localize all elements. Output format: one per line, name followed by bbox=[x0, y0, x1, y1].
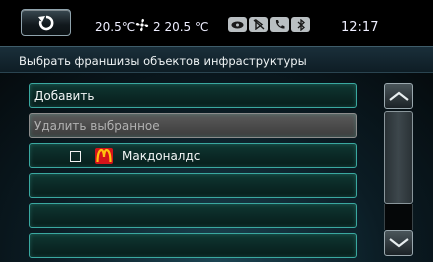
add-button[interactable]: Добавить bbox=[29, 83, 357, 108]
status-bar: 20.5℃ 2 20.5 ℃ 12:17 bbox=[0, 0, 433, 46]
scrollbar-thumb[interactable] bbox=[384, 111, 413, 204]
delete-selected-button[interactable]: Удалить выбранное bbox=[29, 113, 357, 138]
scrollbar-track[interactable] bbox=[384, 204, 413, 230]
delete-selected-label: Удалить выбранное bbox=[34, 119, 160, 133]
mcdonalds-logo-icon bbox=[95, 148, 113, 164]
status-icons bbox=[228, 17, 310, 32]
empty-list-row bbox=[29, 173, 357, 198]
temperature-right-value: 20.5 ℃ bbox=[164, 20, 209, 34]
empty-list-row bbox=[29, 233, 357, 258]
empty-list-row bbox=[29, 203, 357, 228]
item-checkbox[interactable] bbox=[70, 151, 81, 162]
back-button[interactable] bbox=[21, 9, 71, 36]
fan-icon bbox=[135, 18, 149, 32]
clock: 12:17 bbox=[341, 20, 379, 35]
chevron-down-icon bbox=[388, 238, 409, 248]
back-arrow-icon bbox=[38, 15, 54, 30]
screen-title-bar: Выбрать франшизы объектов инфраструктуры bbox=[0, 46, 433, 73]
scroll-down-button[interactable] bbox=[384, 230, 413, 256]
item-name: Макдоналдс bbox=[122, 149, 201, 163]
list-item[interactable]: Макдоналдс bbox=[29, 143, 357, 168]
eye-icon bbox=[228, 17, 247, 32]
scroll-up-button[interactable] bbox=[384, 83, 413, 109]
chevron-up-icon bbox=[388, 91, 409, 101]
temperature-left: 20.5℃ bbox=[95, 20, 136, 34]
bluetooth-icon bbox=[291, 17, 310, 32]
phone-icon bbox=[270, 17, 289, 32]
fan-level: 2 bbox=[153, 20, 161, 34]
screen-title: Выбрать франшизы объектов инфраструктуры bbox=[19, 54, 307, 68]
temperature-right: 2 20.5 ℃ bbox=[153, 20, 208, 34]
add-button-label: Добавить bbox=[34, 89, 95, 103]
media-mute-icon bbox=[249, 17, 268, 32]
